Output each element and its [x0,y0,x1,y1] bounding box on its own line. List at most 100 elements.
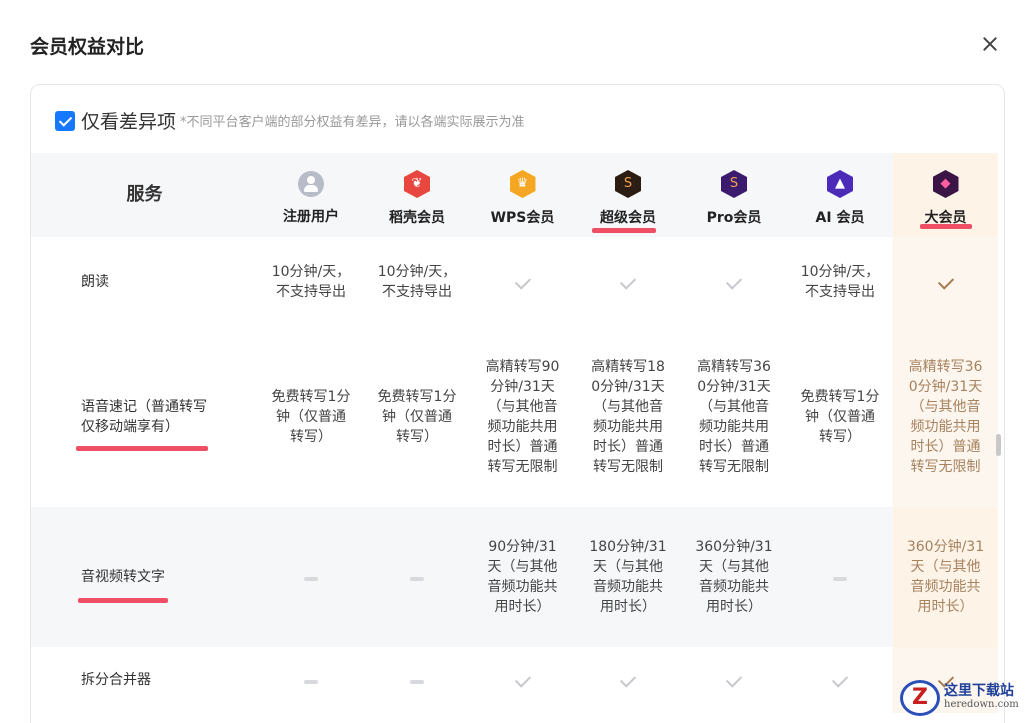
cell-text: 高精转写180分钟/31天（与其他音频功能共用时长）普通转写无限制 [591,359,665,475]
column-header-super: S 超级会员 [575,153,681,237]
table-cell [364,507,470,647]
column-header-ai: ▲ AI 会员 [787,153,893,237]
watermark-cn: 这里下载站 [944,683,1014,699]
check-icon [514,273,531,290]
cell-text: 免费转写1分钟（仅普通转写） [800,389,880,445]
watermark-logo: Z [900,680,940,716]
check-icon [831,671,849,688]
check-icon [725,273,743,290]
table-cell: 10分钟/天，不支持导出 [364,237,470,327]
column-header-wps: ♛ WPS会员 [470,153,575,237]
check-icon [937,273,954,290]
cell-text: 高精转写90分钟/31天（与其他音频功能共用时长）普通转写无限制 [485,359,560,475]
table-cell: 10分钟/天，不支持导出 [787,237,893,327]
table-cell: 高精转写90分钟/31天（与其他音频功能共用时长）普通转写无限制 [470,327,575,507]
column-header-service: 服务 [31,153,258,237]
cell-text: 360分钟/31天（与其他音频功能共用时长） [695,539,773,615]
cell-text: 360分钟/31天（与其他音频功能共用时长） [906,539,985,615]
row-label: 语音速记（普通转写仅移动端享有） [31,327,258,507]
table-cell [681,237,787,327]
benefits-panel: 仅看差异项 *不同平台客户端的部分权益有差异，请以各端实际展示为准 服务 注册用… [30,84,1005,723]
column-label: WPS会员 [490,210,555,226]
table-cell: 10分钟/天，不支持导出 [258,237,364,327]
row-label: 音视频转文字 [31,507,258,647]
row-label-text: 语音速记（普通转写仅移动端享有） [81,399,207,435]
table-cell [258,647,364,713]
column-header-registered: 注册用户 [258,153,364,237]
table-cell [787,647,893,713]
dash-icon [833,577,847,581]
cell-text: 90分钟/31天（与其他音频功能共用时长） [487,539,558,615]
table-cell [258,507,364,647]
column-label: 超级会员 [600,210,656,226]
highlight-mark [78,598,168,603]
diff-filter[interactable]: 仅看差异项 *不同平台客户端的部分权益有差异，请以各端实际展示为准 [55,107,525,134]
row-label: 拆分合并器 [31,647,258,713]
scrollbar[interactable] [996,434,1001,456]
ai-member-icon: ▲ [827,170,853,198]
table-row: 音视频转文字 90分钟/31天（与其他音频功能共用时长） 180分钟/31天（与… [31,507,998,647]
column-header-daoke: ❦ 稻壳会员 [364,153,470,237]
watermark-en: heredown.com [944,699,1019,710]
cell-text: 10分钟/天，不支持导出 [800,264,880,300]
dash-icon [410,680,424,684]
cell-text: 免费转写1分钟（仅普通转写） [377,389,457,445]
cell-text: 10分钟/天，不支持导出 [377,264,457,300]
table-cell: 免费转写1分钟（仅普通转写） [258,327,364,507]
table-cell: 90分钟/31天（与其他音频功能共用时长） [470,507,575,647]
pro-member-icon: S [721,170,747,198]
highlight-mark [76,446,208,451]
platform-note: *不同平台客户端的部分权益有差异，请以各端实际展示为准 [180,115,525,130]
cell-text: 高精转写360分钟/31天（与其他音频功能共用时长）普通转写无限制 [908,359,983,475]
crown-icon: ♛ [509,170,536,198]
cell-text: 10分钟/天，不支持导出 [271,264,351,300]
user-icon [298,171,324,197]
benefits-table: 服务 注册用户 ❦ 稻壳会员 ♛ WPS会员 S 超级会员 S Pro会员 ▲ … [31,153,998,713]
big-member-icon: ◆ [932,170,959,198]
dash-icon [304,680,318,684]
check-icon [619,671,637,688]
close-icon[interactable] [978,32,1002,56]
super-member-icon: S [615,170,641,198]
table-cell [470,647,575,713]
table-cell [470,237,575,327]
table-cell [575,647,681,713]
column-header-pro: S Pro会员 [681,153,787,237]
highlight-mark [592,228,656,233]
column-label: 稻壳会员 [389,210,445,226]
dialog-title: 会员权益对比 [30,36,145,58]
table-cell: 高精转写360分钟/31天（与其他音频功能共用时长）普通转写无限制 [893,327,998,507]
cell-text: 高精转写360分钟/31天（与其他音频功能共用时长）普通转写无限制 [697,359,771,475]
dash-icon [410,577,424,581]
table-cell [364,647,470,713]
diff-only-label[interactable]: 仅看差异项 [81,107,176,134]
table-row: 语音速记（普通转写仅移动端享有） 免费转写1分钟（仅普通转写） 免费转写1分钟（… [31,327,998,507]
cell-text: 免费转写1分钟（仅普通转写） [271,389,351,445]
table-cell [893,237,998,327]
table-row: 拆分合并器 [31,647,998,713]
check-icon [514,671,531,688]
column-label: AI 会员 [815,210,865,226]
row-label: 朗读 [31,237,258,327]
watermark: Z 这里下载站 heredown.com [900,680,1019,716]
check-icon [725,671,743,688]
table-cell [575,237,681,327]
cell-text: 180分钟/31天（与其他音频功能共用时长） [589,539,667,615]
diff-only-checkbox[interactable] [55,110,75,131]
table-row: 朗读 10分钟/天，不支持导出 10分钟/天，不支持导出 10分钟/天，不支持导… [31,237,998,327]
table-cell: 高精转写180分钟/31天（与其他音频功能共用时长）普通转写无限制 [575,327,681,507]
table-cell: 免费转写1分钟（仅普通转写） [787,327,893,507]
highlight-mark [920,224,972,229]
table-cell: 360分钟/31天（与其他音频功能共用时长） [893,507,998,647]
table-cell: 免费转写1分钟（仅普通转写） [364,327,470,507]
table-cell [787,507,893,647]
column-label: 注册用户 [283,209,339,225]
table-cell: 高精转写360分钟/31天（与其他音频功能共用时长）普通转写无限制 [681,327,787,507]
check-icon [619,273,637,290]
table-cell: 180分钟/31天（与其他音频功能共用时长） [575,507,681,647]
daoke-icon: ❦ [404,170,430,198]
column-label: Pro会员 [706,210,762,226]
dash-icon [304,577,318,581]
table-cell [681,647,787,713]
table-cell: 360分钟/31天（与其他音频功能共用时长） [681,507,787,647]
